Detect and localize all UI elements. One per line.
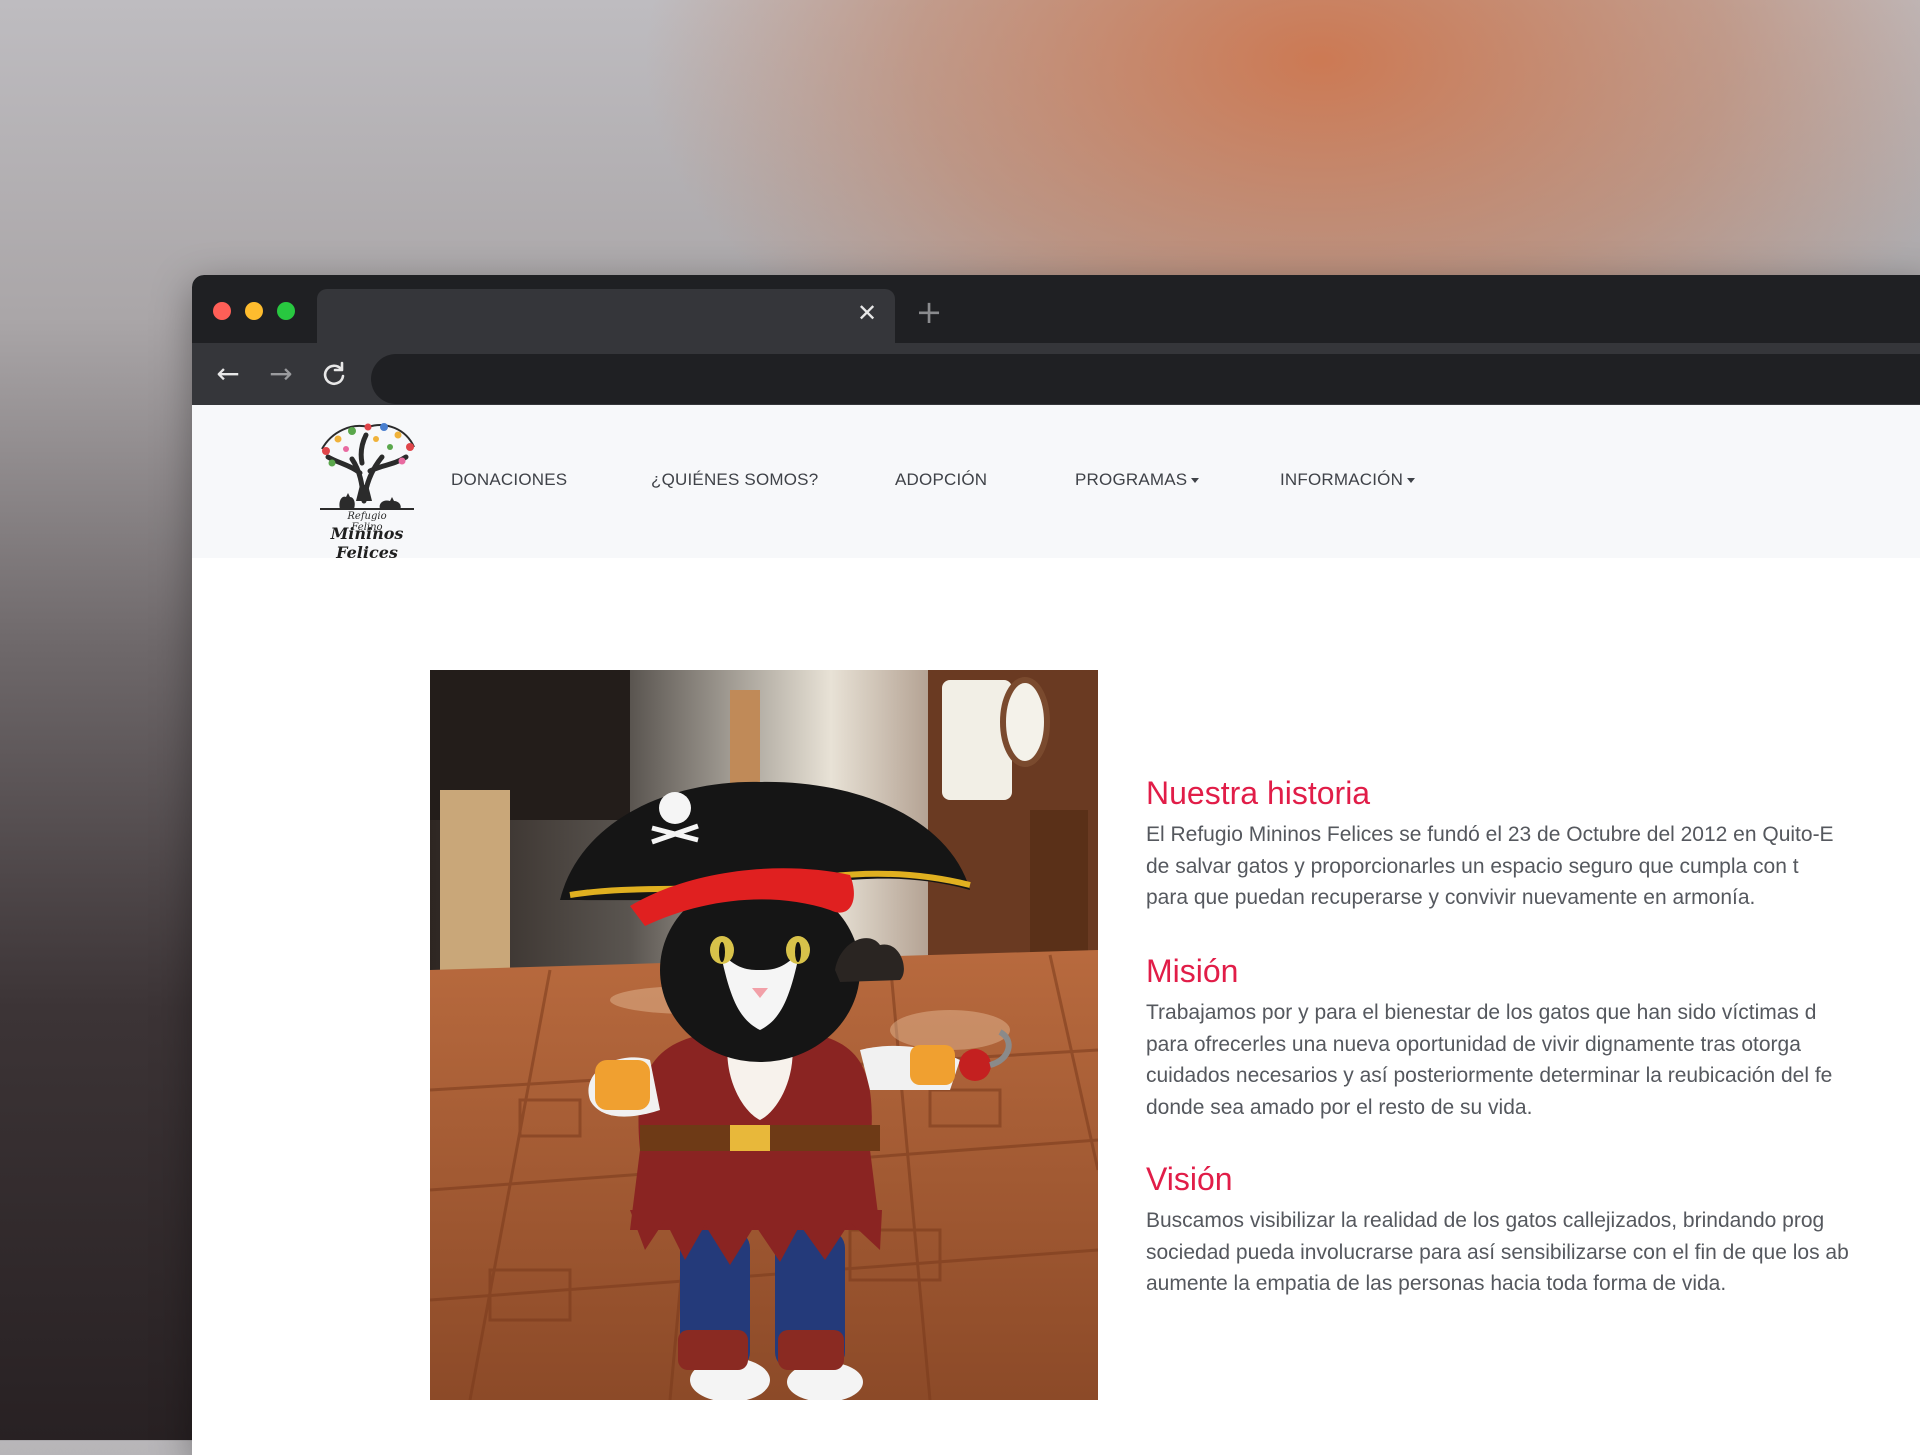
pirate-cat-photo	[430, 670, 1098, 1400]
nav-label: INFORMACIÓN	[1280, 470, 1404, 489]
nav-quienes-somos[interactable]: ¿QUIÉNES SOMOS?	[651, 466, 818, 494]
text-line: cuidados necesarios y así posteriormente…	[1146, 1064, 1833, 1087]
arrow-left-icon[interactable]: ←	[211, 357, 245, 391]
nav-adopcion[interactable]: ADOPCIÓN	[895, 466, 987, 494]
reload-icon[interactable]	[317, 357, 351, 391]
minimize-window-button[interactable]	[245, 302, 263, 320]
browser-toolbar: ← →	[192, 343, 1920, 407]
browser-window: ✕ + ← → Refugio Felino Mininos Felices D…	[192, 275, 1920, 1455]
section-title-mision: Misión	[1146, 953, 1239, 989]
text-line: para ofrecerles una nueva oportunidad de…	[1146, 1032, 1801, 1056]
text-line: sociedad pueda involucrarse para así sen…	[1146, 1240, 1849, 1264]
text-line: aumente la empatia de las personas hacia…	[1146, 1272, 1727, 1295]
logo-title: Mininos Felices	[330, 524, 404, 562]
text-line: para que puedan recuperarse y convivir n…	[1146, 886, 1756, 909]
nav-label: PROGRAMAS	[1075, 470, 1188, 489]
text-line: Buscamos visibilizar la realidad de los …	[1146, 1209, 1825, 1232]
close-icon[interactable]: ✕	[855, 301, 879, 325]
nav-label: DONACIONES	[451, 470, 568, 489]
section-text-vision: Buscamos visibilizar la realidad de los …	[1146, 1205, 1920, 1300]
address-bar[interactable]	[371, 354, 1920, 404]
nav-programas[interactable]: PROGRAMAS	[1075, 466, 1200, 494]
maximize-window-button[interactable]	[277, 302, 295, 320]
close-window-button[interactable]	[213, 302, 231, 320]
section-title-vision: Visión	[1146, 1161, 1233, 1197]
browser-tab[interactable]: ✕	[317, 289, 895, 343]
nav-label: ¿QUIÉNES SOMOS?	[651, 470, 819, 489]
plus-icon[interactable]: +	[914, 296, 944, 328]
nav-informacion[interactable]: INFORMACIÓN	[1280, 466, 1416, 494]
tab-strip: ✕ +	[192, 275, 1920, 343]
section-title-historia: Nuestra historia	[1146, 775, 1371, 811]
nav-label: ADOPCIÓN	[895, 470, 988, 489]
arrow-right-icon[interactable]: →	[264, 357, 298, 391]
site-navbar: Refugio Felino Mininos Felices DONACIONE…	[192, 405, 1920, 562]
section-text-historia: El Refugio Mininos Felices se fundó el 2…	[1146, 819, 1920, 914]
text-line: El Refugio Mininos Felices se fundó el 2…	[1146, 823, 1834, 846]
nav-donaciones[interactable]: DONACIONES	[451, 466, 567, 494]
text-line: donde sea amado por el resto de su vida.	[1146, 1095, 1533, 1119]
text-line: de salvar gatos y proporcionarles un esp…	[1146, 854, 1799, 878]
site-logo[interactable]: Refugio Felino Mininos Felices	[302, 413, 430, 562]
caret-down-icon	[1407, 478, 1416, 484]
section-text-mision: Trabajamos por y para el bienestar de lo…	[1146, 997, 1920, 1123]
text-line: Trabajamos por y para el bienestar de lo…	[1146, 1001, 1817, 1024]
web-page: Refugio Felino Mininos Felices DONACIONE…	[192, 405, 1920, 1455]
caret-down-icon	[1191, 478, 1200, 484]
